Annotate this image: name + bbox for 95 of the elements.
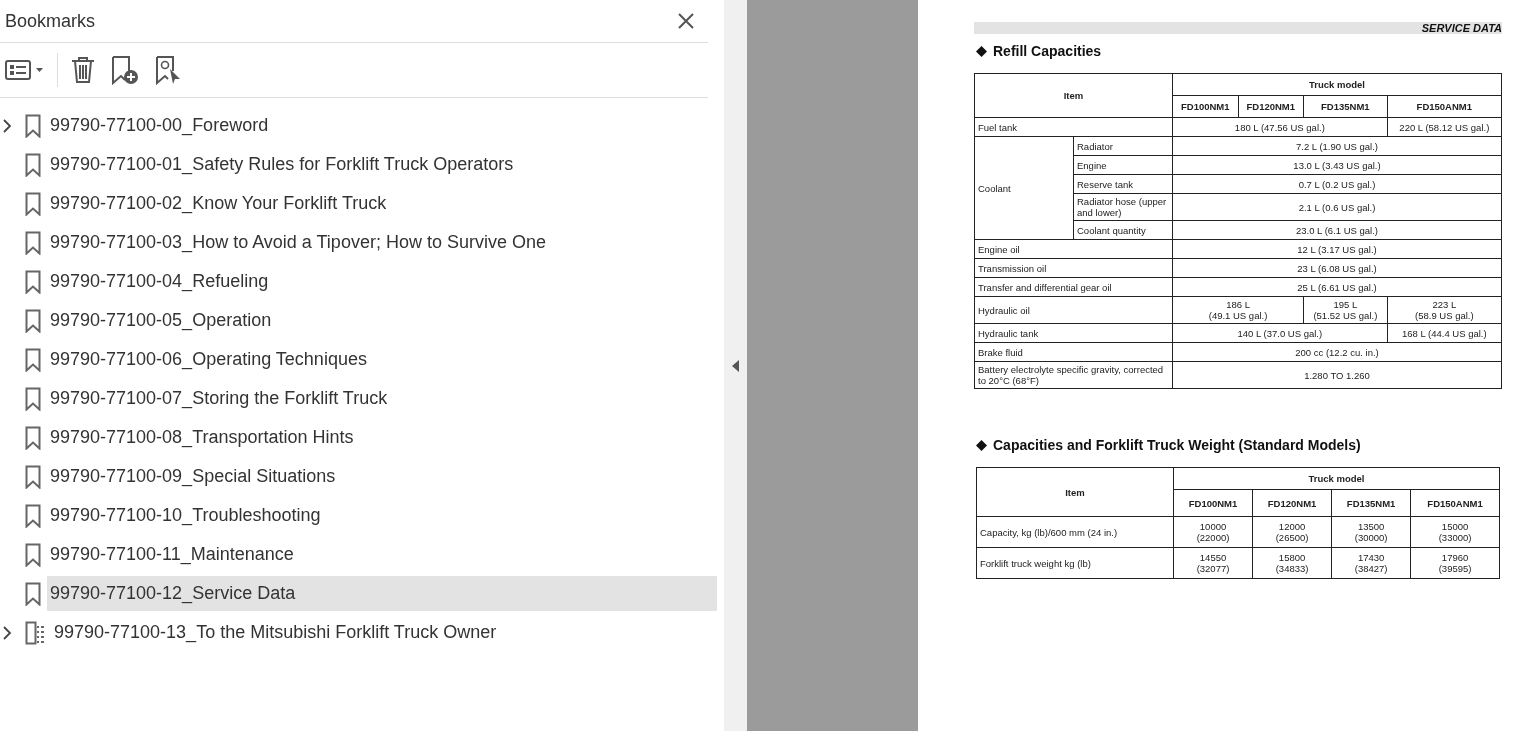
table-cell: Hydraulic tank (974, 323, 1173, 343)
bookmark-icon (25, 581, 41, 606)
table-cell: 12000 (26500) (1252, 516, 1332, 548)
bookmark-icon (25, 386, 41, 411)
table-header: FD135NM1 (1331, 489, 1411, 517)
table-cell: Brake fluid (974, 342, 1173, 362)
table-cell: Battery electrolyte specific gravity, corrected to 20°C (68°F) (974, 361, 1173, 389)
section-heading: Refill Capacities (993, 43, 1102, 59)
table-cell: 13.0 L (3.43 US gal.) (1172, 155, 1502, 175)
table-header: FD100NM1 (1173, 489, 1253, 517)
bookmark-icon (25, 269, 41, 294)
table-cell: 0.7 L (0.2 US gal.) (1172, 174, 1502, 194)
table-cell: 23.0 L (6.1 US gal.) (1172, 220, 1502, 240)
table-cell: 17960 (39595) (1410, 547, 1500, 579)
table-cell: 23 L (6.08 US gal.) (1172, 258, 1502, 278)
bookmark-icon (25, 308, 41, 333)
section-header: SERVICE DATA (1421, 22, 1502, 34)
table-header: Item (974, 73, 1173, 118)
document-list-icon (25, 620, 45, 645)
table-cell: 223 L (58.9 US gal.) (1387, 296, 1502, 324)
table-cell: 200 cc (12.2 cu. in.) (1172, 342, 1502, 362)
table-cell: 1.280 TO 1.260 (1172, 361, 1502, 389)
table-header: FD100NM1 (1172, 95, 1239, 118)
options-button[interactable] (5, 59, 45, 81)
table-cell: 15800 (34833) (1252, 547, 1332, 579)
table-header: Truck model (1172, 73, 1502, 96)
bookmark-item[interactable]: 99790-77100-00_Foreword (47, 108, 717, 143)
table-cell: 195 L (51.52 US gal.) (1303, 296, 1388, 324)
chevron-right-icon[interactable] (3, 118, 12, 133)
table-cell: 14550 (32077) (1173, 547, 1253, 579)
bookmark-icon (25, 425, 41, 450)
table-cell: 140 L (37.0 US gal.) (1172, 323, 1388, 343)
bookmark-item[interactable]: 99790-77100-08_Transportation Hints (47, 420, 717, 455)
bookmark-item[interactable]: 99790-77100-10_Troubleshooting (47, 498, 717, 533)
table-cell: 2.1 L (0.6 US gal.) (1172, 193, 1502, 221)
panel-title: Bookmarks (5, 10, 96, 32)
bookmark-item[interactable]: 99790-77100-11_Maintenance (47, 537, 717, 572)
table-cell: 180 L (47.56 US gal.) (1172, 117, 1388, 137)
bookmark-item[interactable]: 99790-77100-04_Refueling (47, 264, 717, 299)
table-cell: 12 L (3.17 US gal.) (1172, 239, 1502, 259)
table-cell: 15000 (33000) (1410, 516, 1500, 548)
table-cell: Capacity, kg (lb)/600 mm (24 in.) (976, 516, 1174, 548)
bookmark-item[interactable]: 99790-77100-01_Safety Rules for Forklift Truck Operators (47, 147, 717, 182)
table-cell: Fuel tank (974, 117, 1173, 137)
table-cell: 13500 (30000) (1331, 516, 1411, 548)
table-cell: 7.2 L (1.90 US gal.) (1172, 136, 1502, 156)
bookmark-icon (25, 542, 41, 567)
table-cell: Radiator hose (upper and lower) (1073, 193, 1173, 221)
table-header: Truck model (1173, 467, 1500, 490)
bookmark-icon (25, 464, 41, 489)
add-bookmark-icon[interactable] (110, 55, 140, 85)
bookmark-item[interactable]: 99790-77100-12_Service Data (47, 576, 717, 611)
table-header: FD150ANM1 (1410, 489, 1500, 517)
table-cell: Forklift truck weight kg (lb) (976, 547, 1174, 579)
table-header: Item (976, 467, 1174, 517)
delete-icon[interactable] (70, 56, 96, 84)
table-cell: 25 L (6.61 US gal.) (1172, 277, 1502, 297)
table-header: FD120NM1 (1238, 95, 1304, 118)
table-cell: Coolant quantity (1073, 220, 1173, 240)
bookmark-icon (25, 152, 41, 177)
table-header: FD120NM1 (1252, 489, 1332, 517)
table-header: FD150ANM1 (1387, 95, 1502, 118)
collapse-panel-icon[interactable] (732, 359, 739, 372)
bookmark-item[interactable]: 99790-77100-07_Storing the Forklift Truck (47, 381, 717, 416)
bookmark-icon (25, 503, 41, 528)
table-cell: Reserve tank (1073, 174, 1173, 194)
table-cell: 186 L (49.1 US gal.) (1172, 296, 1304, 324)
bookmark-item[interactable]: 99790-77100-09_Special Situations (47, 459, 717, 494)
diamond-bullet-icon (976, 439, 987, 451)
table-cell: Engine oil (974, 239, 1173, 259)
bookmark-pointer-icon[interactable] (154, 55, 182, 85)
section-heading: Capacities and Forklift Truck Weight (Standard Models) (993, 437, 1361, 453)
table-cell: Transmission oil (974, 258, 1173, 278)
table-cell: 17430 (38427) (1331, 547, 1411, 579)
chevron-right-icon[interactable] (3, 625, 12, 640)
bookmark-icon (25, 113, 41, 138)
bookmark-item[interactable]: 99790-77100-05_Operation (47, 303, 717, 338)
table-cell: Radiator (1073, 136, 1173, 156)
bookmark-icon (25, 230, 41, 255)
bookmark-item[interactable]: 99790-77100-06_Operating Techniques (47, 342, 717, 377)
table-cell: Engine (1073, 155, 1173, 175)
close-icon[interactable] (678, 13, 694, 29)
table-cell: Transfer and differential gear oil (974, 277, 1173, 297)
bookmark-icon (25, 347, 41, 372)
bookmark-item[interactable]: 99790-77100-13_To the Mitsubishi Forklift Truck Owner (51, 615, 717, 650)
table-cell: Coolant (974, 136, 1074, 240)
table-cell: Hydraulic oil (974, 296, 1173, 324)
diamond-bullet-icon (976, 45, 987, 57)
bookmark-item[interactable]: 99790-77100-02_Know Your Forklift Truck (47, 186, 717, 221)
table-cell: 168 L (44.4 US gal.) (1387, 323, 1502, 343)
bookmark-item[interactable]: 99790-77100-03_How to Avoid a Tipover; How to Survive One (47, 225, 717, 260)
table-header: FD135NM1 (1303, 95, 1388, 118)
table-cell: 220 L (58.12 US gal.) (1387, 117, 1502, 137)
table-cell: 10000 (22000) (1173, 516, 1253, 548)
bookmark-icon (25, 191, 41, 216)
